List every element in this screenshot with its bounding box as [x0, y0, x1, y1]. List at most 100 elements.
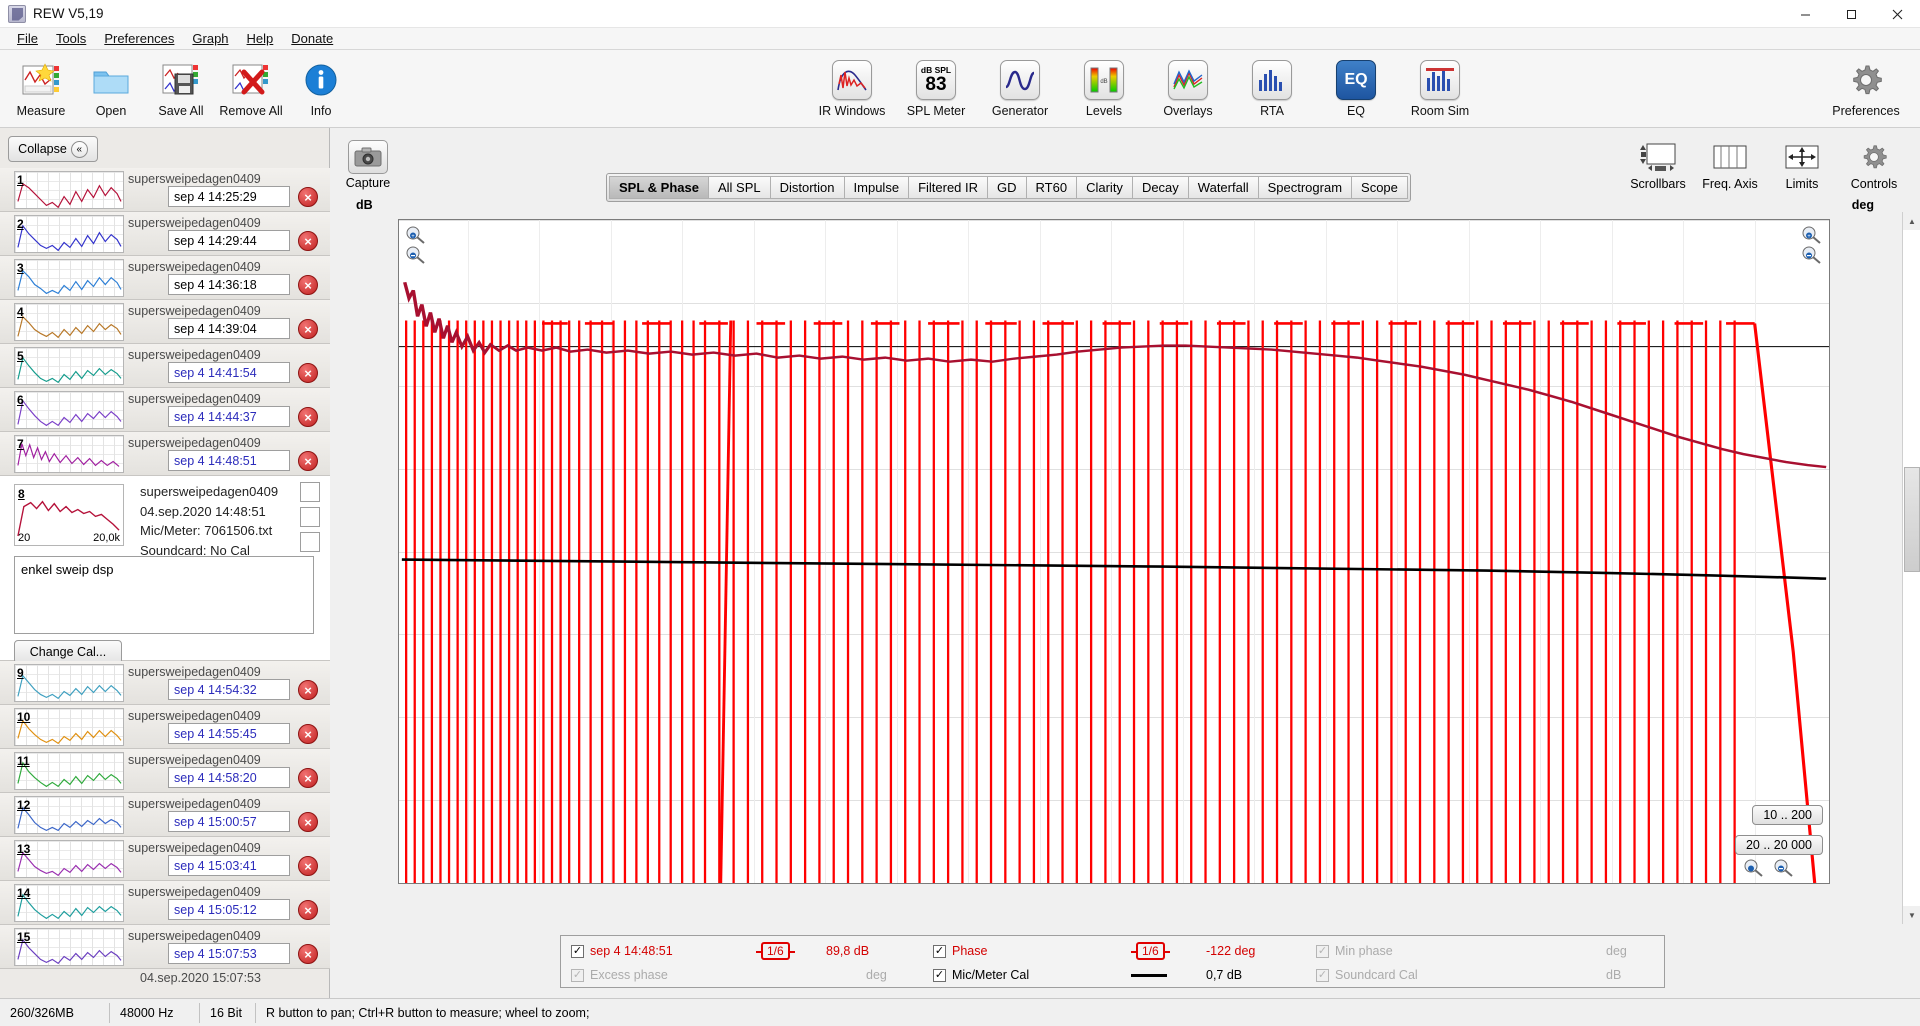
menu-graph[interactable]: Graph: [183, 29, 237, 48]
copy-tool-icon[interactable]: [300, 532, 320, 552]
list-item[interactable]: 15 supersweipedagen0409 sep 4 15:07:53 ×: [0, 925, 330, 969]
measurement-time-field[interactable]: sep 4 15:07:53: [168, 943, 290, 964]
excess-phase-checkbox[interactable]: ✓ Excess phase: [571, 968, 668, 982]
delete-measurement-button[interactable]: ×: [298, 363, 318, 383]
save-all-button[interactable]: Save All: [146, 54, 216, 118]
open-button[interactable]: Open: [76, 54, 146, 118]
list-item[interactable]: 11 supersweipedagen0409 sep 4 14:58:20 ×: [0, 749, 330, 793]
delete-measurement-button[interactable]: ×: [298, 407, 318, 427]
delete-measurement-button[interactable]: ×: [298, 856, 318, 876]
measurement-time-field[interactable]: sep 4 14:55:45: [168, 723, 290, 744]
menu-tools[interactable]: Tools: [47, 29, 95, 48]
list-item[interactable]: 2 supersweipedagen0409 sep 4 14:29:44 ×: [0, 212, 330, 256]
list-item[interactable]: 3 supersweipedagen0409 sep 4 14:36:18 ×: [0, 256, 330, 300]
smoothing-badge-phase[interactable]: 1/6: [1131, 942, 1170, 960]
menu-file[interactable]: File: [8, 29, 47, 48]
phase-checkbox[interactable]: ✓ Phase: [933, 944, 987, 958]
range-popup-10-200[interactable]: 10 .. 200: [1752, 805, 1823, 825]
levels-button[interactable]: dB Levels: [1062, 54, 1146, 118]
tab-filtered-ir[interactable]: Filtered IR: [909, 176, 989, 199]
preferences-button[interactable]: Preferences: [1820, 54, 1912, 118]
tab-distortion[interactable]: Distortion: [770, 176, 845, 199]
measurement-time-field[interactable]: sep 4 15:00:57: [168, 811, 290, 832]
scroll-down-icon[interactable]: ▼: [1903, 906, 1920, 924]
tab-clarity[interactable]: Clarity: [1077, 176, 1133, 199]
tab-rt60[interactable]: RT60: [1026, 176, 1078, 199]
measurement-time-field[interactable]: sep 4 14:54:32: [168, 679, 290, 700]
measurement-time-field[interactable]: sep 4 14:58:20: [168, 767, 290, 788]
measurement-time-field[interactable]: sep 4 14:25:29: [168, 186, 290, 207]
delete-measurement-button[interactable]: ×: [298, 451, 318, 471]
generator-button[interactable]: Generator: [978, 54, 1062, 118]
scroll-up-icon[interactable]: ▲: [1903, 212, 1920, 230]
expanded-measurement-item[interactable]: 8 20 20,0k sep 4 14:48:51 supersweipedag…: [0, 450, 330, 664]
minimize-icon[interactable]: [1782, 0, 1828, 28]
tab-impulse[interactable]: Impulse: [844, 176, 910, 199]
list-item[interactable]: 13 supersweipedagen0409 sep 4 15:03:41 ×: [0, 837, 330, 881]
tab-scope[interactable]: Scope: [1352, 176, 1408, 199]
measurement-time-field[interactable]: sep 4 14:41:54: [168, 362, 290, 383]
measurement-time-field[interactable]: sep 4 14:36:18: [168, 274, 290, 295]
delete-measurement-button[interactable]: ×: [298, 812, 318, 832]
measurement-checkbox[interactable]: ✓ sep 4 14:48:51: [571, 944, 673, 958]
tab-gd[interactable]: GD: [988, 176, 1027, 199]
list-item[interactable]: 6 supersweipedagen0409 sep 4 14:44:37 ×: [0, 388, 330, 432]
scrollbars-button[interactable]: Scrollbars: [1622, 140, 1694, 191]
info-button[interactable]: Info: [286, 54, 356, 118]
list-item[interactable]: 10 supersweipedagen0409 sep 4 14:55:45 ×: [0, 705, 330, 749]
menu-help[interactable]: Help: [238, 29, 283, 48]
list-item[interactable]: 5 supersweipedagen0409 sep 4 14:41:54 ×: [0, 344, 330, 388]
delete-measurement-button[interactable]: ×: [298, 724, 318, 744]
tab-decay[interactable]: Decay: [1132, 176, 1189, 199]
list-item[interactable]: 4 supersweipedagen0409 sep 4 14:39:04 ×: [0, 300, 330, 344]
close-icon[interactable]: [1874, 0, 1920, 28]
list-item[interactable]: 9 supersweipedagen0409 sep 4 14:54:32 ×: [0, 661, 330, 705]
mic-meter-cal-checkbox[interactable]: ✓ Mic/Meter Cal: [933, 968, 1029, 982]
limits-button[interactable]: Limits: [1766, 140, 1838, 191]
range-popup-20-20000[interactable]: 20 .. 20 000: [1734, 835, 1823, 855]
remove-all-button[interactable]: Remove All: [216, 54, 286, 118]
overlays-button[interactable]: Overlays: [1146, 54, 1230, 118]
delete-measurement-button[interactable]: ×: [298, 187, 318, 207]
spl-meter-button[interactable]: dB SPL 83 SPL Meter: [894, 54, 978, 118]
capture-button[interactable]: Capture: [340, 140, 396, 190]
menu-preferences[interactable]: Preferences: [95, 29, 183, 48]
eq-button[interactable]: EQ EQ: [1314, 54, 1398, 118]
tab-waterfall[interactable]: Waterfall: [1188, 176, 1259, 199]
menu-donate[interactable]: Donate: [282, 29, 342, 48]
ir-windows-button[interactable]: IR Windows: [810, 54, 894, 118]
measurement-time-field[interactable]: sep 4 14:39:04: [168, 318, 290, 339]
tab-spl-and-phase[interactable]: SPL & Phase: [609, 176, 709, 199]
list-item[interactable]: 12 supersweipedagen0409 sep 4 15:00:57 ×: [0, 793, 330, 837]
delete-measurement-button[interactable]: ×: [298, 680, 318, 700]
maximize-icon[interactable]: [1828, 0, 1874, 28]
measurement-time-field[interactable]: sep 4 14:29:44: [168, 230, 290, 251]
measure-button[interactable]: Measure: [6, 54, 76, 118]
chart-tool-icon[interactable]: [300, 482, 320, 502]
freq-axis-button[interactable]: Freq. Axis: [1694, 140, 1766, 191]
list-item[interactable]: 1 supersweipedagen0409 sep 4 14:25:29 ×: [0, 168, 330, 212]
tab-all-spl[interactable]: All SPL: [708, 176, 771, 199]
measurement-list[interactable]: 1 supersweipedagen0409 sep 4 14:25:29 × …: [0, 168, 330, 998]
measurement-time-field[interactable]: sep 4 14:44:37: [168, 406, 290, 427]
list-item[interactable]: 14 supersweipedagen0409 sep 4 15:05:12 ×: [0, 881, 330, 925]
vertical-scrollbar[interactable]: ▲ ▼: [1902, 212, 1920, 924]
chart-plot-area[interactable]: + + 10 .. 200 20 .. 20 000: [398, 219, 1830, 884]
delete-measurement-button[interactable]: ×: [298, 275, 318, 295]
smoothing-badge-spl[interactable]: 1/6: [756, 942, 795, 960]
collapse-button[interactable]: Collapse «: [8, 136, 98, 162]
delete-measurement-button[interactable]: ×: [298, 944, 318, 964]
pencil-tool-icon[interactable]: [300, 507, 320, 527]
scrollbar-thum[interactable]: [1904, 467, 1920, 572]
tab-spectrogram[interactable]: Spectrogram: [1258, 176, 1353, 199]
expanded-measurement-time-field[interactable]: sep 4 14:48:51: [168, 450, 290, 471]
measurement-notes-field[interactable]: enkel sweip dsp: [14, 556, 314, 634]
delete-measurement-button[interactable]: ×: [298, 319, 318, 339]
delete-measurement-button[interactable]: ×: [298, 768, 318, 788]
controls-button[interactable]: Controls: [1838, 140, 1910, 191]
soundcard-cal-checkbox[interactable]: ✓ Soundcard Cal: [1316, 968, 1418, 982]
delete-measurement-button[interactable]: ×: [298, 231, 318, 251]
delete-measurement-button[interactable]: ×: [298, 900, 318, 920]
room-sim-button[interactable]: Room Sim: [1398, 54, 1482, 118]
min-phase-checkbox[interactable]: ✓ Min phase: [1316, 944, 1393, 958]
